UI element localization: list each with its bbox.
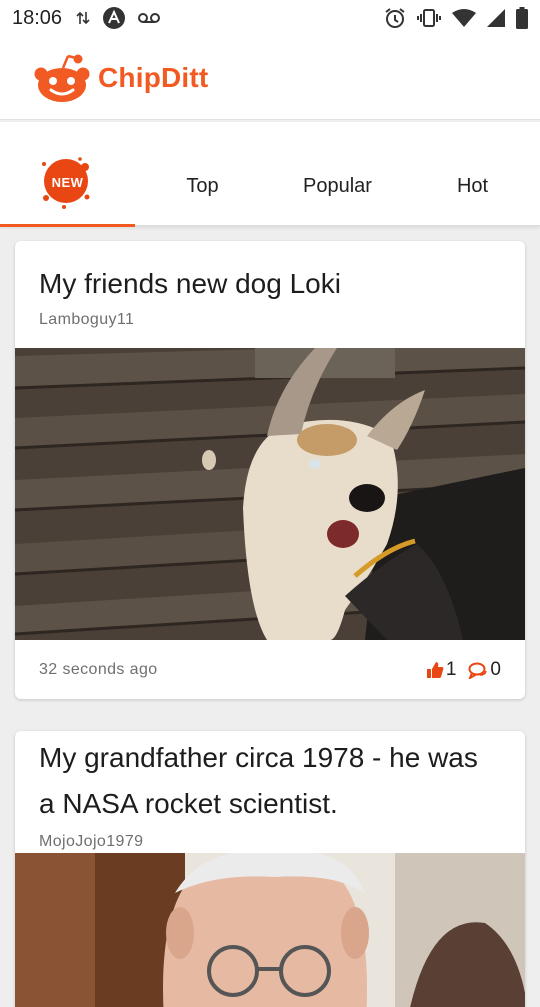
tab-new-label: NEW (51, 174, 84, 190)
a-letter-icon (102, 6, 126, 30)
comment-icon (468, 662, 488, 679)
dog-photo (15, 348, 525, 640)
comment-count: 0 (490, 658, 501, 680)
post-author[interactable]: MojoJojo1979 (15, 827, 525, 851)
post-author[interactable]: Lamboguy11 (15, 307, 525, 329)
status-time: 18:06 (12, 6, 63, 29)
post-image[interactable] (15, 348, 525, 640)
post-title: My friends new dog Loki (39, 268, 341, 299)
battery-icon (516, 7, 528, 29)
post-card[interactable]: My grandfather circa 1978 - he was a NAS… (15, 731, 525, 1007)
post-card[interactable]: My friends new dog Loki Lamboguy11 32 se… (15, 241, 525, 699)
post-stats: 1 0 (414, 659, 501, 681)
tab-new[interactable]: NEW (0, 122, 135, 227)
voicemail-icon (138, 12, 161, 24)
tab-popular-label: Popular (303, 174, 372, 197)
tab-hot-label: Hot (456, 174, 489, 197)
signal-icon (486, 8, 506, 28)
post-image[interactable] (15, 853, 525, 1007)
tab-top[interactable]: Top (135, 122, 270, 226)
grandfather-photo (15, 853, 525, 1007)
wifi-icon (452, 8, 476, 28)
status-bar: 18:06 (0, 0, 540, 36)
alarm-icon (384, 7, 406, 29)
thumbs-up-icon (426, 661, 444, 678)
like-stat[interactable]: 1 (426, 658, 457, 681)
post-title: My grandfather circa 1978 - he was a NAS… (39, 742, 478, 819)
app-brand-title: ChipDitt (98, 61, 209, 93)
data-transfer-icon (76, 10, 90, 26)
post-footer: 32 seconds ago 1 0 (15, 640, 525, 699)
feed-tabs: NEW Top Popular Hot (0, 122, 540, 227)
tab-top-label: Top (186, 174, 219, 197)
app-bar: ChipDitt (0, 36, 540, 120)
alien-mascot-logo-icon (32, 52, 92, 104)
tab-popular[interactable]: Popular (270, 122, 405, 226)
comment-stat[interactable]: 0 (468, 659, 501, 681)
vibrate-icon (416, 8, 442, 28)
post-time: 32 seconds ago (39, 660, 158, 678)
new-badge: NEW (36, 150, 100, 214)
like-count: 1 (445, 658, 457, 680)
tab-hot[interactable]: Hot (405, 122, 540, 226)
